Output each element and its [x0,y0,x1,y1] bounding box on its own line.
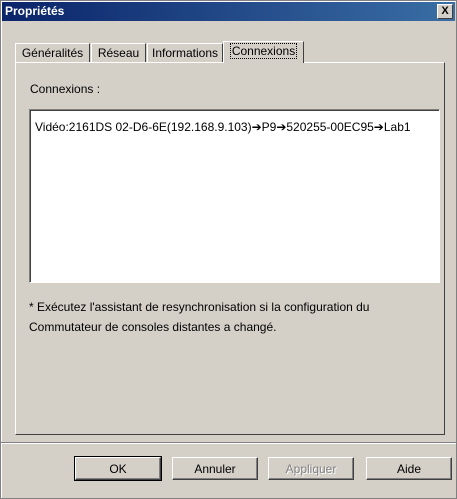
apply-button[interactable]: Appliquer [268,457,354,480]
tab-network-label: Réseau [97,46,140,60]
tab-connections[interactable]: Connexions [223,41,304,63]
help-button[interactable]: Aide [366,457,452,480]
window-title: Propriétés [5,4,65,18]
note-line-2: Commutateur de consoles distantes a chan… [29,320,277,334]
close-icon: X [441,5,449,17]
close-button[interactable]: X [437,4,453,19]
connections-heading: Connexions : [30,82,101,96]
tab-general-label: Généralités [21,46,84,60]
connection-entry[interactable]: Vidéo:2161DS 02-D6-6E(192.168.9.103)➔P9➔… [35,120,411,134]
separator [1,442,456,444]
cancel-button[interactable]: Annuler [172,457,258,480]
tab-information[interactable]: Informations [147,43,223,62]
tab-network[interactable]: Réseau [91,43,146,62]
resync-note: * Exécutez l'assistant de resynchronisat… [29,297,429,337]
connections-list[interactable]: Vidéo:2161DS 02-D6-6E(192.168.9.103)➔P9➔… [29,109,440,283]
ok-button[interactable]: OK [74,456,162,481]
properties-dialog: Propriétés X Généralités Réseau Informat… [0,0,457,499]
tab-general[interactable]: Généralités [15,43,90,62]
tab-connections-label: Connexions [229,43,298,59]
title-bar[interactable]: Propriétés X [2,2,455,21]
note-line-1: * Exécutez l'assistant de resynchronisat… [29,300,370,314]
tab-information-label: Informations [151,46,219,60]
